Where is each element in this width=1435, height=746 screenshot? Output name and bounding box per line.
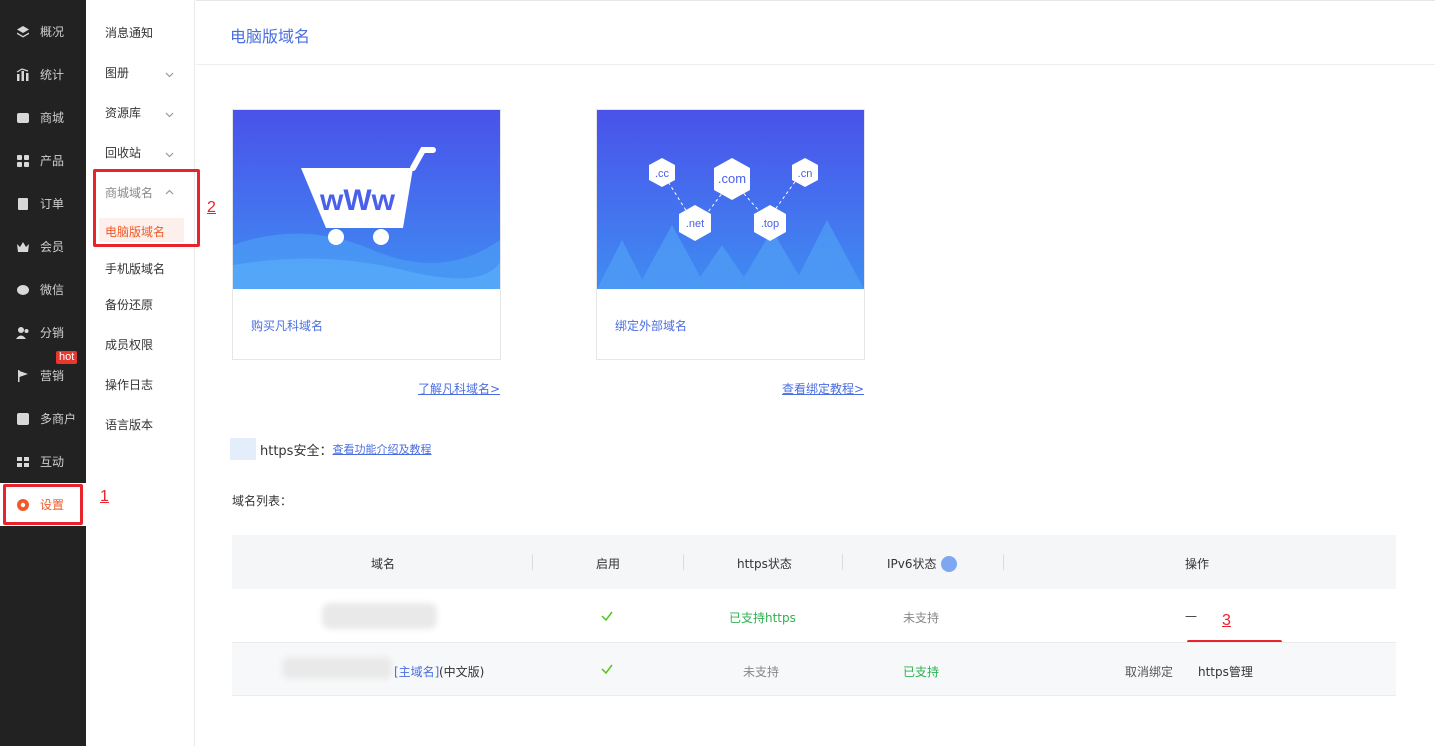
- users-icon: [14, 326, 32, 340]
- nav-multi-merchant[interactable]: 多商户: [0, 397, 86, 440]
- subnav-item-language[interactable]: 语言版本: [105, 416, 153, 433]
- chevron-down-icon: [165, 148, 174, 158]
- check-icon: [600, 609, 614, 626]
- ipv6-status: 已支持: [903, 665, 940, 679]
- check-icon: [600, 662, 614, 679]
- nav-label: 概况: [40, 25, 65, 39]
- subnav-item-notifications[interactable]: 消息通知: [105, 24, 153, 41]
- nav-products[interactable]: 产品: [0, 139, 86, 182]
- ipv6-status: 未支持: [903, 611, 940, 625]
- subnav-item-album[interactable]: 图册: [105, 64, 129, 81]
- col-divider: [683, 554, 684, 570]
- cancel-binding-link[interactable]: 取消绑定: [1125, 663, 1173, 680]
- nav-label: 统计: [40, 68, 65, 82]
- layers-icon: [14, 25, 32, 39]
- tld-cc: .cc: [655, 168, 670, 180]
- domain-version: (中文版): [439, 665, 485, 679]
- annotation-number-1: 1: [100, 488, 109, 505]
- nav-label: 多商户: [40, 412, 77, 426]
- col-ipv6-status: IPv6状态: [887, 555, 957, 572]
- nav-interact[interactable]: 互动: [0, 440, 86, 483]
- interact-icon: [14, 455, 32, 469]
- learn-domain-link[interactable]: 了解凡科域名>: [418, 380, 500, 397]
- page-title: 电脑版域名: [230, 27, 311, 46]
- annotation-box-store-domain: [93, 169, 200, 247]
- no-action: —: [1185, 609, 1197, 623]
- merchant-icon: [14, 412, 32, 426]
- clipboard-icon: [14, 197, 32, 211]
- page-header: 电脑版域名: [196, 0, 1435, 65]
- main-sidebar: 概况 统计 商城 产品 订单 会员 微信 分销 营销 多商户 互动 设置: [0, 0, 86, 746]
- main-domain-tag: [主域名]: [394, 665, 440, 679]
- nav-label: 商城: [40, 111, 65, 125]
- subnav-item-resources[interactable]: 资源库: [105, 104, 141, 121]
- blurred-domain: [282, 657, 392, 679]
- chevron-down-icon: [165, 68, 174, 78]
- col-divider: [532, 554, 533, 570]
- hot-badge: hot: [56, 351, 78, 364]
- buy-domain-banner: wWw: [233, 110, 500, 289]
- nav-label: 互动: [40, 455, 65, 469]
- subnav-item-mobile-domain[interactable]: 手机版域名: [105, 260, 165, 277]
- wechat-icon: [14, 283, 32, 297]
- nav-overview[interactable]: 概况: [0, 10, 86, 53]
- www-banner-text: wWw: [319, 184, 396, 217]
- https-security-label: https安全：: [260, 443, 333, 459]
- https-security-row: https安全： 查看功能介绍及教程: [230, 438, 431, 460]
- flag-icon: [14, 369, 32, 383]
- col-actions: 操作: [1185, 557, 1210, 571]
- nav-store[interactable]: 商城: [0, 96, 86, 139]
- https-status: 未支持: [743, 665, 780, 679]
- annotation-box-settings: [3, 484, 83, 525]
- col-domain: 域名: [371, 557, 396, 571]
- bind-domain-label: 绑定外部域名: [615, 319, 688, 333]
- table-row: 已支持https 未支持 —: [232, 589, 1396, 643]
- nav-wechat[interactable]: 微信: [0, 268, 86, 311]
- chart-icon: [14, 67, 32, 82]
- nav-label: 产品: [40, 154, 65, 168]
- subnav-item-backup[interactable]: 备份还原: [105, 296, 153, 313]
- nav-members[interactable]: 会员: [0, 225, 86, 268]
- https-icon: [230, 438, 256, 460]
- subnav-item-recycle[interactable]: 回收站: [105, 144, 141, 161]
- nav-label: 订单: [40, 197, 65, 211]
- tld-cn: .cn: [798, 168, 813, 180]
- store-icon: [14, 111, 32, 125]
- annotation-number-2: 2: [207, 199, 216, 216]
- blurred-domain: [322, 603, 437, 629]
- bind-domain-banner: .cc .com .cn .net .top: [597, 110, 864, 289]
- nav-label: 营销: [40, 369, 65, 383]
- col-enabled: 启用: [596, 557, 621, 571]
- sub-sidebar: 消息通知 图册 资源库 回收站 商城域名 电脑版域名 手机版域名 备份还原 成员…: [86, 0, 195, 746]
- https-status: 已支持https: [729, 611, 796, 625]
- https-tutorial-link[interactable]: 查看功能介绍及教程: [332, 441, 431, 457]
- nav-distribution[interactable]: 分销: [0, 311, 86, 354]
- buy-domain-card[interactable]: wWw 购买凡科域名: [232, 109, 501, 360]
- col-divider: [1003, 554, 1004, 570]
- buy-domain-label: 购买凡科域名: [251, 319, 324, 333]
- grid-icon: [14, 154, 32, 168]
- bind-tutorial-link[interactable]: 查看绑定教程>: [782, 380, 864, 397]
- subnav-item-logs[interactable]: 操作日志: [105, 376, 153, 393]
- nav-label: 微信: [40, 283, 65, 297]
- link-icon[interactable]: [940, 556, 957, 572]
- tld-top: .top: [761, 218, 779, 230]
- subnav-item-members[interactable]: 成员权限: [105, 336, 153, 353]
- table-header: 域名 启用 https状态 IPv6状态 操作: [232, 535, 1396, 589]
- col-https-status: https状态: [737, 557, 792, 571]
- nav-label: 分销: [40, 326, 65, 340]
- domain-list-label: 域名列表：: [232, 494, 293, 508]
- table-row: [主域名] (中文版) 未支持 已支持 取消绑定 https管理: [232, 643, 1396, 696]
- crown-icon: [14, 240, 32, 254]
- https-manage-link[interactable]: https管理: [1198, 663, 1253, 680]
- nav-orders[interactable]: 订单: [0, 182, 86, 225]
- chevron-down-icon: [165, 108, 174, 118]
- nav-stats[interactable]: 统计: [0, 53, 86, 96]
- col-divider: [842, 554, 843, 570]
- tld-net: .net: [686, 218, 704, 230]
- tld-com: .com: [718, 171, 746, 186]
- nav-label: 会员: [40, 240, 65, 254]
- bind-domain-card[interactable]: .cc .com .cn .net .top 绑定外部域名: [596, 109, 865, 360]
